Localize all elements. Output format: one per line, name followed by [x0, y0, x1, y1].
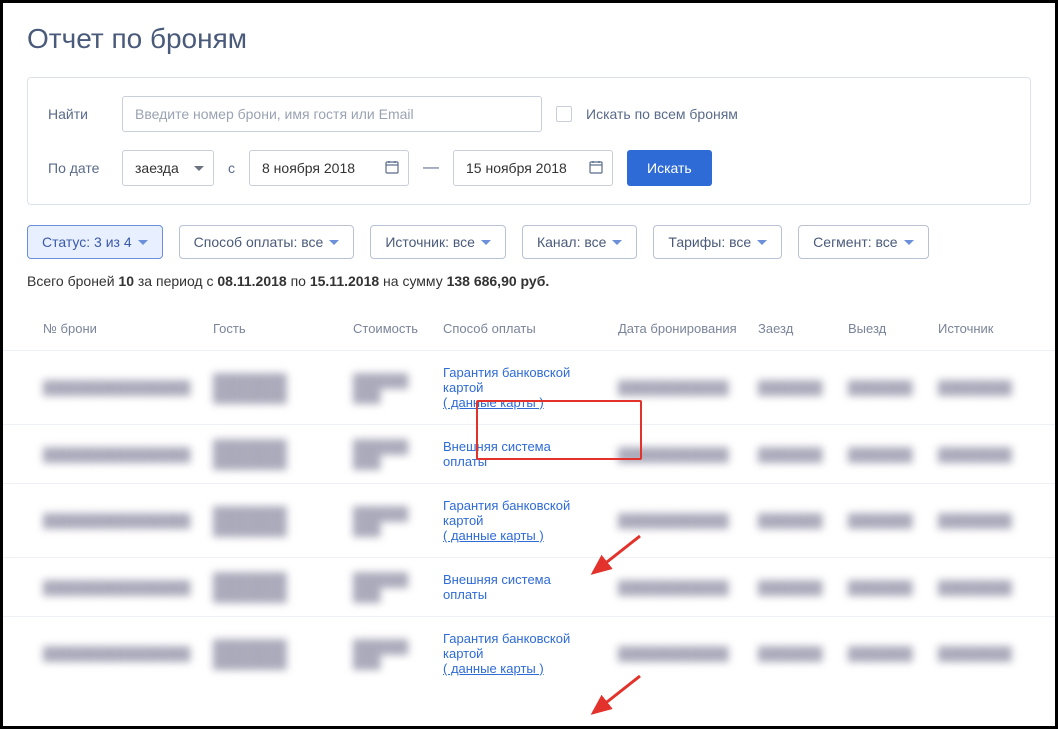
- all-bookings-checkbox[interactable]: [556, 106, 572, 122]
- col-cost: Стоимость: [343, 307, 433, 351]
- cell-booking-date: ████████████: [608, 617, 748, 691]
- cell-checkin: ███████: [748, 351, 838, 425]
- bookings-table-wrap: № брони Гость Стоимость Способ оплаты Да…: [3, 307, 1055, 690]
- col-source: Источник: [928, 307, 1055, 351]
- cell-payment: Гарантия банковской картой ( данные карт…: [433, 617, 608, 691]
- from-label: с: [228, 160, 235, 176]
- chevron-down-icon: [138, 240, 148, 245]
- cell-cost: █████████: [343, 617, 433, 691]
- cell-checkin: ███████: [748, 425, 838, 484]
- cell-guest: ████████████████: [203, 484, 343, 558]
- date-from-wrap: [249, 150, 409, 186]
- date-to-wrap: [453, 150, 613, 186]
- table-row[interactable]: ████████████████████████████████████████…: [3, 617, 1055, 691]
- col-number: № брони: [3, 307, 203, 351]
- table-row[interactable]: ████████████████████████████████████████…: [3, 484, 1055, 558]
- date-dash: —: [423, 159, 439, 177]
- chevron-down-icon: [329, 240, 339, 245]
- date-type-select[interactable]: заезда: [122, 150, 214, 186]
- cell-number: ████████████████: [3, 558, 203, 617]
- cell-cost: █████████: [343, 484, 433, 558]
- table-row[interactable]: ████████████████████████████████████████…: [3, 351, 1055, 425]
- cell-cost: █████████: [343, 425, 433, 484]
- col-checkin: Заезд: [748, 307, 838, 351]
- cell-guest: ████████████████: [203, 351, 343, 425]
- cell-checkout: ███████: [838, 425, 928, 484]
- col-guest: Гость: [203, 307, 343, 351]
- filter-payment[interactable]: Способ оплаты: все: [179, 225, 355, 259]
- cell-number: ████████████████: [3, 484, 203, 558]
- filter-status[interactable]: Статус: 3 из 4: [27, 225, 163, 259]
- cell-booking-date: ████████████: [608, 484, 748, 558]
- col-payment: Способ оплаты: [433, 307, 608, 351]
- search-panel: Найти Искать по всем броням По дате заез…: [27, 77, 1031, 205]
- date-to-input[interactable]: [453, 150, 613, 186]
- col-booking-date: Дата бронирования: [608, 307, 748, 351]
- filters-row: Статус: 3 из 4 Способ оплаты: все Источн…: [27, 225, 1031, 259]
- find-label: Найти: [48, 106, 108, 122]
- bookings-table: № брони Гость Стоимость Способ оплаты Да…: [3, 307, 1055, 690]
- cell-cost: █████████: [343, 351, 433, 425]
- payment-method-text: Гарантия банковской картой: [443, 498, 598, 528]
- cell-guest: ████████████████: [203, 617, 343, 691]
- chevron-down-icon: [757, 240, 767, 245]
- by-date-label: По дате: [48, 160, 108, 176]
- cell-number: ████████████████: [3, 351, 203, 425]
- cell-payment: Внешняя система оплаты: [433, 558, 608, 617]
- cell-guest: ████████████████: [203, 558, 343, 617]
- cell-source: ████████: [928, 617, 1055, 691]
- cell-source: ████████: [928, 484, 1055, 558]
- cell-payment: Гарантия банковской картой ( данные карт…: [433, 484, 608, 558]
- page-title: Отчет по броням: [27, 23, 1031, 55]
- card-data-link[interactable]: ( данные карты ): [443, 661, 544, 676]
- card-data-link[interactable]: ( данные карты ): [443, 528, 544, 543]
- all-bookings-label: Искать по всем броням: [586, 106, 738, 122]
- cell-checkin: ███████: [748, 484, 838, 558]
- cell-payment: Гарантия банковской картой ( данные карт…: [433, 351, 608, 425]
- cell-checkout: ███████: [838, 484, 928, 558]
- date-from-input[interactable]: [249, 150, 409, 186]
- cell-source: ████████: [928, 425, 1055, 484]
- cell-booking-date: ████████████: [608, 558, 748, 617]
- cell-source: ████████: [928, 351, 1055, 425]
- filter-segment[interactable]: Сегмент: все: [798, 225, 928, 259]
- cell-booking-date: ████████████: [608, 351, 748, 425]
- cell-guest: ████████████████: [203, 425, 343, 484]
- summary-text: Всего броней 10 за период с 08.11.2018 п…: [27, 273, 1031, 289]
- chevron-down-icon: [904, 240, 914, 245]
- cell-checkin: ███████: [748, 558, 838, 617]
- cell-booking-date: ████████████: [608, 425, 748, 484]
- chevron-down-icon: [481, 240, 491, 245]
- cell-checkout: ███████: [838, 351, 928, 425]
- payment-method-text: Гарантия банковской картой: [443, 631, 598, 661]
- cell-payment: Внешняя система оплаты: [433, 425, 608, 484]
- search-button[interactable]: Искать: [627, 150, 712, 186]
- filter-channel[interactable]: Канал: все: [522, 225, 637, 259]
- col-checkout: Выезд: [838, 307, 928, 351]
- payment-method-text: Гарантия банковской картой: [443, 365, 598, 395]
- payment-method-text: Внешняя система оплаты: [443, 439, 598, 469]
- cell-source: ████████: [928, 558, 1055, 617]
- table-row[interactable]: ████████████████████████████████████████…: [3, 558, 1055, 617]
- cell-checkout: ███████: [838, 558, 928, 617]
- payment-method-text: Внешняя система оплаты: [443, 572, 598, 602]
- cell-number: ████████████████: [3, 617, 203, 691]
- search-input[interactable]: [122, 96, 542, 132]
- cell-cost: █████████: [343, 558, 433, 617]
- card-data-link[interactable]: ( данные карты ): [443, 395, 544, 410]
- cell-checkout: ███████: [838, 617, 928, 691]
- cell-checkin: ███████: [748, 617, 838, 691]
- table-row[interactable]: ████████████████████████████████████████…: [3, 425, 1055, 484]
- filter-tariffs[interactable]: Тарифы: все: [653, 225, 782, 259]
- filter-source[interactable]: Источник: все: [370, 225, 506, 259]
- cell-number: ████████████████: [3, 425, 203, 484]
- chevron-down-icon: [612, 240, 622, 245]
